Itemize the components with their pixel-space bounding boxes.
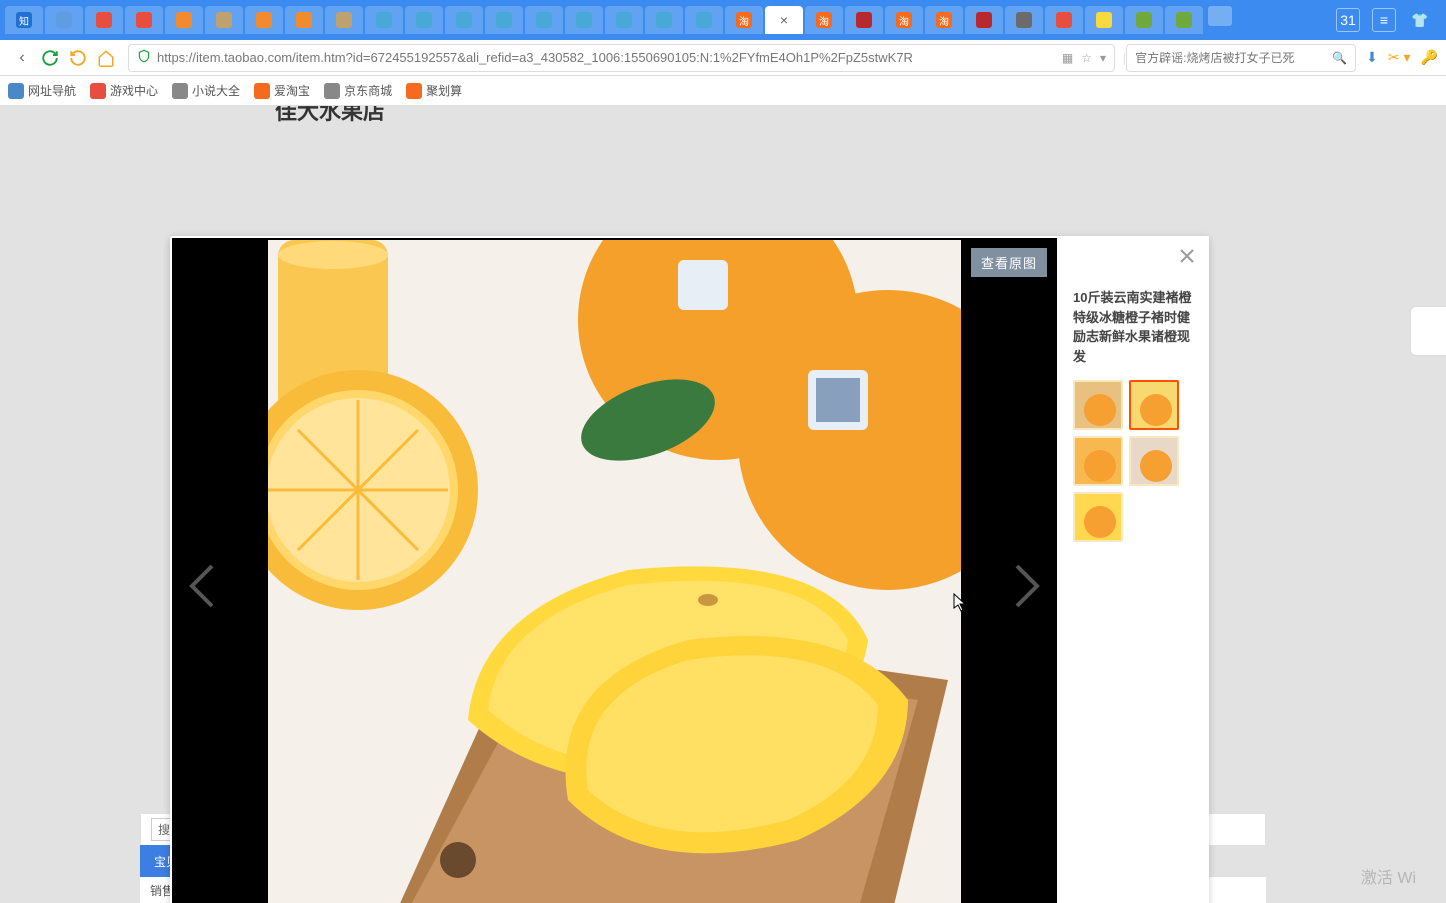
prev-arrow[interactable] — [182, 556, 222, 616]
thumbnail-1[interactable] — [1129, 380, 1179, 430]
address-bar: ‹ https://item.taobao.com/item.htm?id=67… — [0, 40, 1446, 76]
new-tab-button[interactable] — [1208, 6, 1232, 26]
bookmark-0[interactable]: 网址导航 — [8, 82, 76, 99]
browser-tab-28[interactable] — [1125, 6, 1163, 34]
floating-side-tab[interactable] — [1410, 306, 1446, 356]
key-icon[interactable]: 🔑 — [1421, 49, 1438, 66]
bookmark-4[interactable]: 京东商城 — [324, 82, 392, 99]
next-arrow[interactable] — [1007, 556, 1047, 616]
product-main-image[interactable] — [268, 240, 961, 903]
dropdown-icon[interactable]: ▾ — [1100, 51, 1106, 65]
bookmark-3[interactable]: 爱淘宝 — [254, 82, 310, 99]
mouse-cursor — [953, 593, 967, 611]
browser-tab-12[interactable] — [485, 6, 523, 34]
favorite-icon[interactable]: ☆ — [1081, 51, 1092, 65]
browser-tab-1[interactable] — [45, 6, 83, 34]
store-name: 佳大水果店 — [275, 106, 1446, 126]
url-text: https://item.taobao.com/item.htm?id=6724… — [157, 50, 1062, 65]
image-lightbox: 查看原图 10斤装云南实建褚橙特级冰糖橙子褚时健励志新鲜水果诸橙现发 — [170, 236, 1209, 903]
browser-tab-4[interactable] — [165, 6, 203, 34]
home-button[interactable] — [92, 44, 120, 72]
thumbnail-2[interactable] — [1073, 436, 1123, 486]
browser-tab-6[interactable] — [245, 6, 283, 34]
bookmark-1[interactable]: 游戏中心 — [90, 82, 158, 99]
bookmark-2[interactable]: 小说大全 — [172, 82, 240, 99]
browser-tab-8[interactable] — [325, 6, 363, 34]
lightbox-main: 查看原图 — [172, 238, 1057, 903]
shield-icon — [137, 48, 151, 67]
browser-tab-9[interactable] — [365, 6, 403, 34]
bookmark-bar: 网址导航游戏中心小说大全爱淘宝京东商城聚划算 — [0, 76, 1446, 106]
browser-tab-21[interactable] — [845, 6, 883, 34]
browser-tab-26[interactable] — [1045, 6, 1083, 34]
search-icon[interactable]: 🔍 — [1332, 51, 1347, 65]
scissors-icon[interactable]: ✂ ▾ — [1388, 49, 1411, 66]
browser-tab-22[interactable]: 淘 — [885, 6, 923, 34]
view-original-button[interactable]: 查看原图 — [971, 248, 1047, 277]
browser-tab-5[interactable] — [205, 6, 243, 34]
browser-search-input[interactable]: 官方辟谣:烧烤店被打女子已死 🔍 — [1126, 44, 1356, 72]
search-text: 官方辟谣:烧烤店被打女子已死 — [1135, 49, 1332, 66]
browser-tab-10[interactable] — [405, 6, 443, 34]
browser-tab-2[interactable] — [85, 6, 123, 34]
browser-tab-17[interactable] — [685, 6, 723, 34]
lightbox-sidebar: 10斤装云南实建褚橙特级冰糖橙子褚时健励志新鲜水果诸橙现发 — [1059, 236, 1209, 903]
qr-icon[interactable]: ▦ — [1062, 51, 1073, 65]
wardrobe-icon[interactable]: 👕 — [1408, 8, 1432, 32]
browser-tab-23[interactable]: 淘 — [925, 6, 963, 34]
download-icon[interactable]: ⬇ — [1366, 49, 1378, 66]
browser-tab-27[interactable] — [1085, 6, 1123, 34]
thumbnail-grid — [1073, 380, 1195, 542]
page-content: 佳大水果店 搜 宝贝 销售量 收藏数 品牌: 褚橙 产地: 中国大陆 省份: 其… — [0, 106, 1446, 903]
browser-tab-7[interactable] — [285, 6, 323, 34]
browser-window-controls: 31 ≡ 👕 — [1336, 8, 1442, 32]
close-icon[interactable] — [1179, 248, 1197, 266]
bookmark-5[interactable]: 聚划算 — [406, 82, 462, 99]
thumbnail-4[interactable] — [1073, 492, 1123, 542]
browser-tab-14[interactable] — [565, 6, 603, 34]
activation-watermark: 激活 Wi — [1361, 864, 1416, 888]
browser-tab-0[interactable]: 知 — [5, 6, 43, 34]
browser-tab-19[interactable]: × — [765, 6, 803, 34]
thumbnail-3[interactable] — [1129, 436, 1179, 486]
browser-tab-3[interactable] — [125, 6, 163, 34]
browser-tab-18[interactable]: 淘 — [725, 6, 763, 34]
browser-tab-20[interactable]: 淘 — [805, 6, 843, 34]
url-input[interactable]: https://item.taobao.com/item.htm?id=6724… — [128, 44, 1115, 72]
back-button[interactable]: ‹ — [8, 44, 36, 72]
menu-icon[interactable]: ≡ — [1372, 8, 1396, 32]
browser-tab-11[interactable] — [445, 6, 483, 34]
browser-tab-29[interactable] — [1165, 6, 1203, 34]
browser-tab-24[interactable] — [965, 6, 1003, 34]
calendar-icon[interactable]: 31 — [1336, 8, 1360, 32]
browser-tab-16[interactable] — [645, 6, 683, 34]
thumbnail-0[interactable] — [1073, 380, 1123, 430]
product-title: 10斤装云南实建褚橙特级冰糖橙子褚时健励志新鲜水果诸橙现发 — [1073, 288, 1195, 366]
browser-tab-bar: 知淘×淘淘淘 31 ≡ 👕 — [0, 0, 1446, 40]
refresh-button[interactable] — [36, 44, 64, 72]
undo-button[interactable] — [64, 44, 92, 72]
browser-tab-15[interactable] — [605, 6, 643, 34]
browser-tab-13[interactable] — [525, 6, 563, 34]
browser-tab-25[interactable] — [1005, 6, 1043, 34]
